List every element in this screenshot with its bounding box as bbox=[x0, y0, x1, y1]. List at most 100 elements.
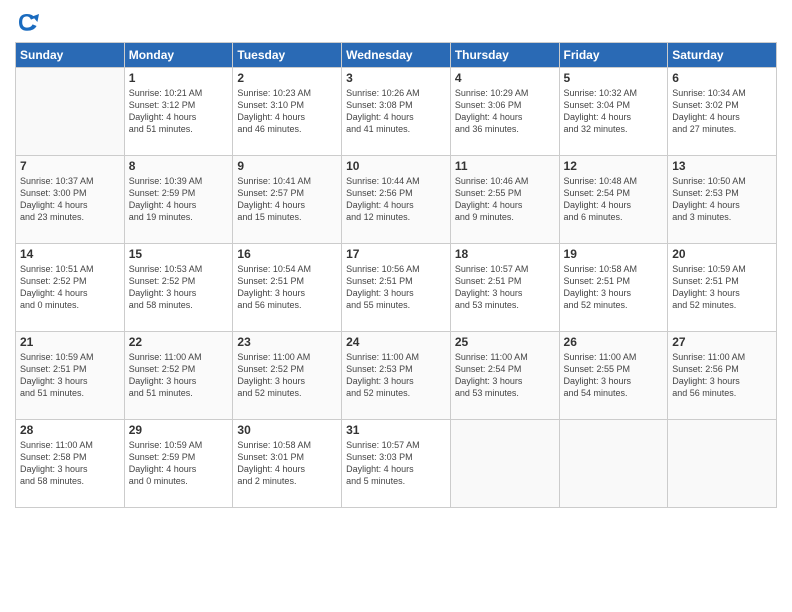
day-info: Sunrise: 10:54 AMSunset: 2:51 PMDaylight… bbox=[237, 263, 337, 312]
calendar-cell: 13 Sunrise: 10:50 AMSunset: 2:53 PMDaylig… bbox=[668, 156, 777, 244]
week-row-0: 1 Sunrise: 10:21 AMSunset: 3:12 PMDayligh… bbox=[16, 68, 777, 156]
day-number: 24 bbox=[346, 335, 446, 349]
header-saturday: Saturday bbox=[668, 43, 777, 68]
day-number: 12 bbox=[564, 159, 664, 173]
calendar-cell: 29 Sunrise: 10:59 AMSunset: 2:59 PMDaylig… bbox=[124, 420, 233, 508]
calendar-cell: 19Sunrise: 10:58 AMSunset: 2:51 PMDaylig… bbox=[559, 244, 668, 332]
calendar-cell: 26 Sunrise: 11:00 AMSunset: 2:55 PMDaylig… bbox=[559, 332, 668, 420]
week-row-1: 7Sunrise: 10:37 AMSunset: 3:00 PMDayligh… bbox=[16, 156, 777, 244]
header-wednesday: Wednesday bbox=[342, 43, 451, 68]
day-info: Sunrise: 10:44 AMSunset: 2:56 PMDaylight… bbox=[346, 175, 446, 224]
calendar-cell: 4 Sunrise: 10:29 AMSunset: 3:06 PMDayligh… bbox=[450, 68, 559, 156]
day-info: Sunrise: 11:00 AMSunset: 2:52 PMDaylight… bbox=[129, 351, 229, 400]
day-info: Sunrise: 11:00 AMSunset: 2:53 PMDaylight… bbox=[346, 351, 446, 400]
calendar-cell: 16 Sunrise: 10:54 AMSunset: 2:51 PMDaylig… bbox=[233, 244, 342, 332]
calendar-cell: 18 Sunrise: 10:57 AMSunset: 2:51 PMDaylig… bbox=[450, 244, 559, 332]
calendar-cell: 28 Sunrise: 11:00 AMSunset: 2:58 PMDaylig… bbox=[16, 420, 125, 508]
day-info: Sunrise: 10:59 AMSunset: 2:59 PMDaylight… bbox=[129, 439, 229, 488]
day-number: 28 bbox=[20, 423, 120, 437]
day-number: 6 bbox=[672, 71, 772, 85]
day-number: 17 bbox=[346, 247, 446, 261]
day-number: 23 bbox=[237, 335, 337, 349]
calendar-table: SundayMondayTuesdayWednesdayThursdayFrid… bbox=[15, 42, 777, 508]
day-info: Sunrise: 10:57 AMSunset: 3:03 PMDaylight… bbox=[346, 439, 446, 488]
day-info: Sunrise: 10:34 AMSunset: 3:02 PMDaylight… bbox=[672, 87, 772, 136]
calendar-cell: 5 Sunrise: 10:32 AMSunset: 3:04 PMDayligh… bbox=[559, 68, 668, 156]
day-number: 4 bbox=[455, 71, 555, 85]
day-number: 18 bbox=[455, 247, 555, 261]
day-info: Sunrise: 10:58 AMSunset: 2:51 PMDaylight… bbox=[564, 263, 664, 312]
calendar-cell: 24 Sunrise: 11:00 AMSunset: 2:53 PMDaylig… bbox=[342, 332, 451, 420]
header bbox=[15, 10, 777, 34]
header-monday: Monday bbox=[124, 43, 233, 68]
day-info: Sunrise: 11:00 AMSunset: 2:52 PMDaylight… bbox=[237, 351, 337, 400]
day-info: Sunrise: 10:37 AMSunset: 3:00 PMDaylight… bbox=[20, 175, 120, 224]
calendar-cell: 9 Sunrise: 10:41 AMSunset: 2:57 PMDayligh… bbox=[233, 156, 342, 244]
logo-icon bbox=[15, 10, 39, 34]
calendar-cell: 2 Sunrise: 10:23 AMSunset: 3:10 PMDayligh… bbox=[233, 68, 342, 156]
day-info: Sunrise: 11:00 AMSunset: 2:58 PMDaylight… bbox=[20, 439, 120, 488]
day-info: Sunrise: 11:00 AMSunset: 2:54 PMDaylight… bbox=[455, 351, 555, 400]
day-info: Sunrise: 10:32 AMSunset: 3:04 PMDaylight… bbox=[564, 87, 664, 136]
day-info: Sunrise: 10:29 AMSunset: 3:06 PMDaylight… bbox=[455, 87, 555, 136]
day-info: Sunrise: 10:48 AMSunset: 2:54 PMDaylight… bbox=[564, 175, 664, 224]
week-row-2: 14Sunrise: 10:51 AMSunset: 2:52 PMDaylig… bbox=[16, 244, 777, 332]
day-number: 11 bbox=[455, 159, 555, 173]
calendar-cell: 8 Sunrise: 10:39 AMSunset: 2:59 PMDayligh… bbox=[124, 156, 233, 244]
calendar-cell: 30Sunrise: 10:58 AMSunset: 3:01 PMDaylig… bbox=[233, 420, 342, 508]
day-info: Sunrise: 10:39 AMSunset: 2:59 PMDaylight… bbox=[129, 175, 229, 224]
calendar-cell: 15 Sunrise: 10:53 AMSunset: 2:52 PMDaylig… bbox=[124, 244, 233, 332]
day-info: Sunrise: 10:56 AMSunset: 2:51 PMDaylight… bbox=[346, 263, 446, 312]
day-number: 5 bbox=[564, 71, 664, 85]
day-info: Sunrise: 10:21 AMSunset: 3:12 PMDaylight… bbox=[129, 87, 229, 136]
calendar-cell: 1 Sunrise: 10:21 AMSunset: 3:12 PMDayligh… bbox=[124, 68, 233, 156]
day-number: 22 bbox=[129, 335, 229, 349]
week-row-4: 28 Sunrise: 11:00 AMSunset: 2:58 PMDaylig… bbox=[16, 420, 777, 508]
header-tuesday: Tuesday bbox=[233, 43, 342, 68]
calendar-cell: 7Sunrise: 10:37 AMSunset: 3:00 PMDayligh… bbox=[16, 156, 125, 244]
calendar-cell: 12 Sunrise: 10:48 AMSunset: 2:54 PMDaylig… bbox=[559, 156, 668, 244]
calendar-cell: 14Sunrise: 10:51 AMSunset: 2:52 PMDaylig… bbox=[16, 244, 125, 332]
day-number: 29 bbox=[129, 423, 229, 437]
calendar-cell bbox=[450, 420, 559, 508]
day-number: 13 bbox=[672, 159, 772, 173]
day-info: Sunrise: 10:26 AMSunset: 3:08 PMDaylight… bbox=[346, 87, 446, 136]
calendar-cell bbox=[16, 68, 125, 156]
week-row-3: 21Sunrise: 10:59 AMSunset: 2:51 PMDaylig… bbox=[16, 332, 777, 420]
calendar-cell: 17 Sunrise: 10:56 AMSunset: 2:51 PMDaylig… bbox=[342, 244, 451, 332]
day-number: 21 bbox=[20, 335, 120, 349]
day-number: 25 bbox=[455, 335, 555, 349]
day-info: Sunrise: 10:23 AMSunset: 3:10 PMDaylight… bbox=[237, 87, 337, 136]
day-info: Sunrise: 10:58 AMSunset: 3:01 PMDaylight… bbox=[237, 439, 337, 488]
day-number: 20 bbox=[672, 247, 772, 261]
day-number: 15 bbox=[129, 247, 229, 261]
calendar-cell bbox=[668, 420, 777, 508]
day-number: 26 bbox=[564, 335, 664, 349]
day-info: Sunrise: 11:00 AMSunset: 2:55 PMDaylight… bbox=[564, 351, 664, 400]
day-number: 16 bbox=[237, 247, 337, 261]
calendar-cell bbox=[559, 420, 668, 508]
day-info: Sunrise: 10:51 AMSunset: 2:52 PMDaylight… bbox=[20, 263, 120, 312]
calendar-cell: 22 Sunrise: 11:00 AMSunset: 2:52 PMDaylig… bbox=[124, 332, 233, 420]
day-number: 27 bbox=[672, 335, 772, 349]
day-info: Sunrise: 10:59 AMSunset: 2:51 PMDaylight… bbox=[672, 263, 772, 312]
page-container: SundayMondayTuesdayWednesdayThursdayFrid… bbox=[0, 0, 792, 612]
day-number: 8 bbox=[129, 159, 229, 173]
day-number: 1 bbox=[129, 71, 229, 85]
day-info: Sunrise: 10:50 AMSunset: 2:53 PMDaylight… bbox=[672, 175, 772, 224]
day-info: Sunrise: 10:41 AMSunset: 2:57 PMDaylight… bbox=[237, 175, 337, 224]
calendar-cell: 3 Sunrise: 10:26 AMSunset: 3:08 PMDayligh… bbox=[342, 68, 451, 156]
day-info: Sunrise: 10:53 AMSunset: 2:52 PMDaylight… bbox=[129, 263, 229, 312]
logo bbox=[15, 10, 41, 34]
day-number: 31 bbox=[346, 423, 446, 437]
calendar-cell: 31 Sunrise: 10:57 AMSunset: 3:03 PMDaylig… bbox=[342, 420, 451, 508]
day-number: 2 bbox=[237, 71, 337, 85]
day-info: Sunrise: 10:57 AMSunset: 2:51 PMDaylight… bbox=[455, 263, 555, 312]
calendar-cell: 23 Sunrise: 11:00 AMSunset: 2:52 PMDaylig… bbox=[233, 332, 342, 420]
day-number: 10 bbox=[346, 159, 446, 173]
day-number: 3 bbox=[346, 71, 446, 85]
calendar-cell: 11Sunrise: 10:46 AMSunset: 2:55 PMDaylig… bbox=[450, 156, 559, 244]
calendar-cell: 10 Sunrise: 10:44 AMSunset: 2:56 PMDaylig… bbox=[342, 156, 451, 244]
day-number: 9 bbox=[237, 159, 337, 173]
calendar-body: 1 Sunrise: 10:21 AMSunset: 3:12 PMDayligh… bbox=[16, 68, 777, 508]
